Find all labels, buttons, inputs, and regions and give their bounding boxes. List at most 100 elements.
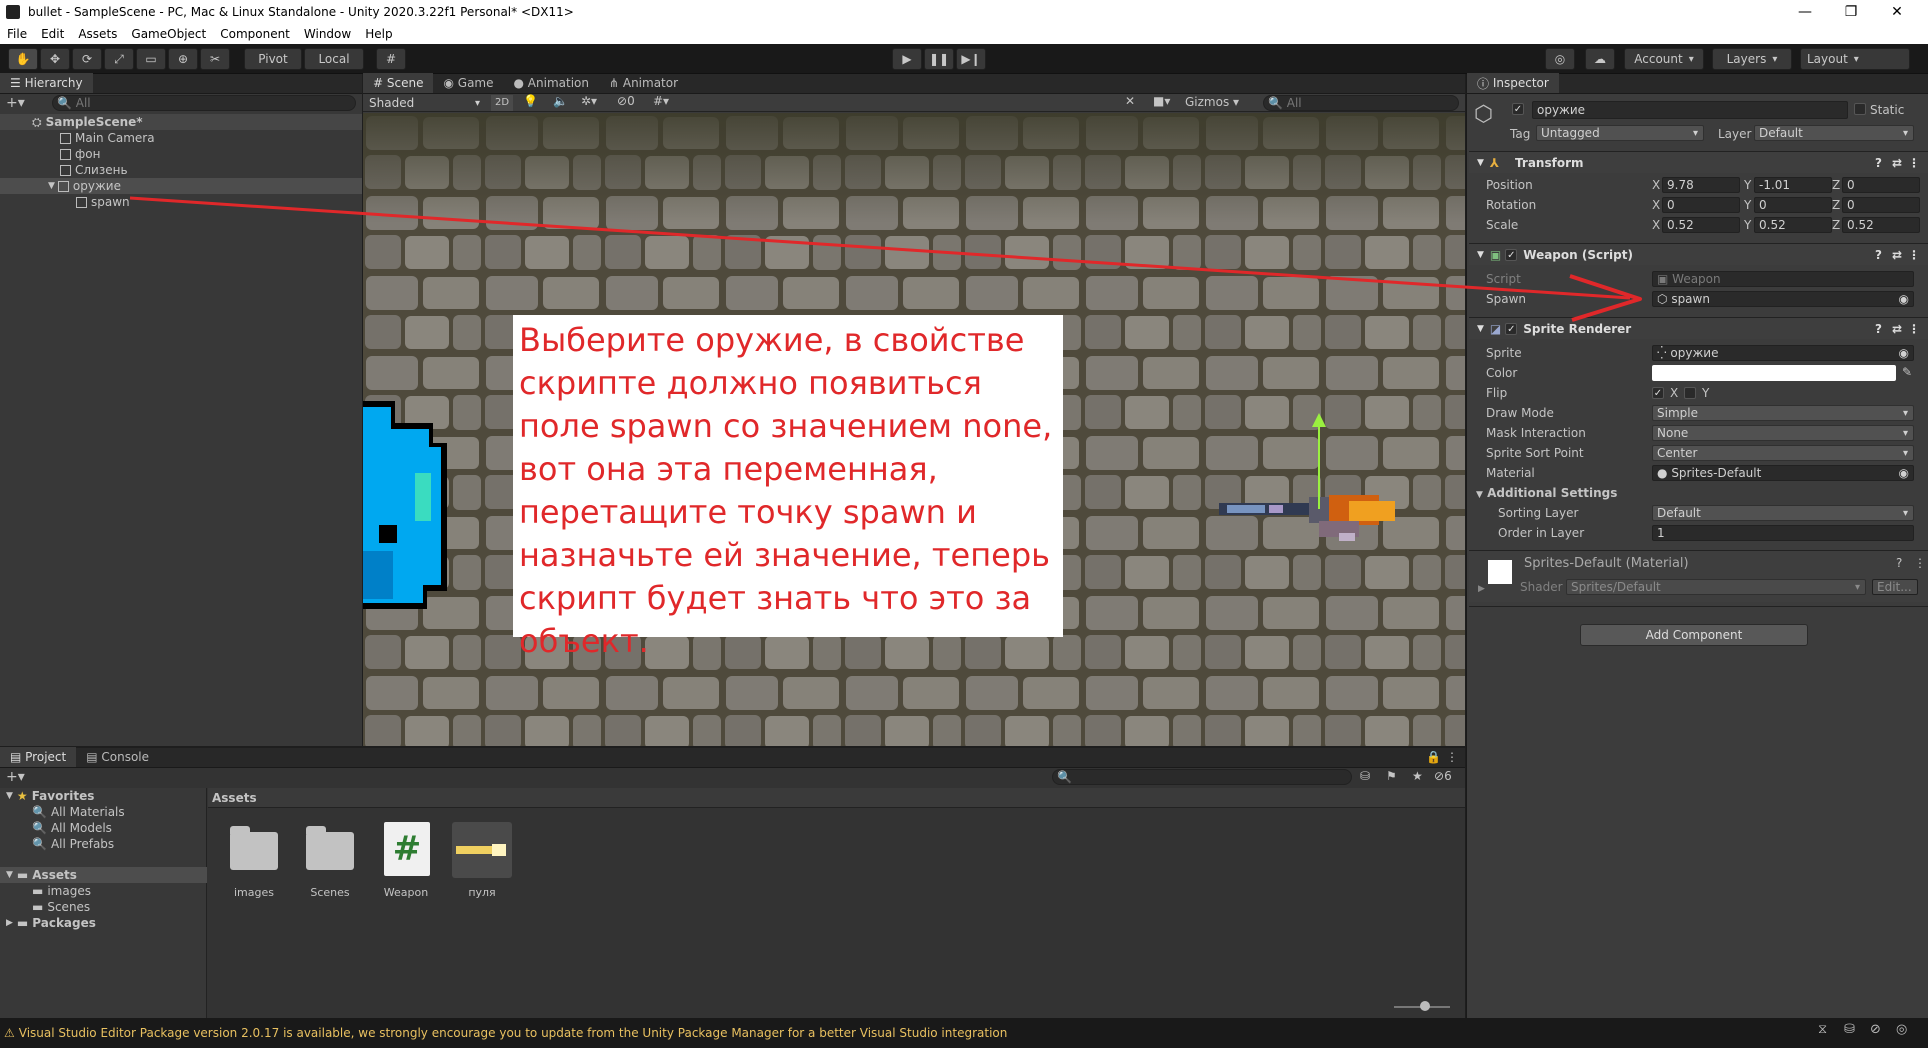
object-picker-icon[interactable]: ◉ xyxy=(1899,466,1909,480)
pivot-toggle[interactable]: Pivot xyxy=(244,48,302,70)
project-create-icon[interactable]: +▾ xyxy=(6,769,25,785)
menu-help[interactable]: Help xyxy=(365,27,392,41)
sprite-renderer-header[interactable]: ▼ ◪ ✓ Sprite Renderer ? ⇄ ⋮ xyxy=(1469,317,1928,339)
position-z-field[interactable]: 0 xyxy=(1842,177,1920,193)
sort-point-dropdown[interactable]: Center xyxy=(1652,445,1914,461)
transform-tool-icon[interactable]: ⊕ xyxy=(168,48,198,70)
spawn-field[interactable]: ⬡ spawn ◉ xyxy=(1652,291,1914,307)
favorite-star-icon[interactable]: ★ xyxy=(1412,769,1423,783)
bullet-sprite-thumbnail[interactable] xyxy=(452,822,512,878)
component-menu-icon[interactable]: ⋮ xyxy=(1914,556,1926,570)
active-checkbox[interactable]: ✓ xyxy=(1512,103,1524,115)
hidden-objects-icon[interactable]: ⊘0 xyxy=(617,94,635,108)
hierarchy-search-input[interactable]: 🔍 All xyxy=(52,95,356,111)
tab-hierarchy[interactable]: ☰ Hierarchy xyxy=(0,73,93,93)
folder-icon[interactable] xyxy=(230,826,278,870)
close-button[interactable]: ✕ xyxy=(1874,0,1920,24)
tag-dropdown[interactable]: Untagged xyxy=(1536,125,1704,141)
static-checkbox[interactable] xyxy=(1854,103,1866,115)
hand-tool-icon[interactable]: ✋ xyxy=(8,48,38,70)
folder-icon[interactable] xyxy=(306,826,354,870)
audio-icon[interactable]: 🔈 xyxy=(553,94,568,108)
asset-folder-item[interactable]: ▬ Scenes xyxy=(32,899,90,915)
enabled-checkbox[interactable]: ✓ xyxy=(1505,248,1518,261)
shader-dropdown[interactable]: Sprites/Default xyxy=(1566,579,1866,595)
enabled-checkbox[interactable]: ✓ xyxy=(1505,322,1518,335)
help-icon[interactable]: ? xyxy=(1896,556,1902,570)
scene-viewport[interactable]: Выберите оружие, в свойстве скрипте долж… xyxy=(363,113,1465,746)
camera-icon[interactable]: ■▾ xyxy=(1153,94,1170,108)
collab-icon[interactable]: ◎ xyxy=(1545,48,1575,70)
tools-icon[interactable]: ✕ xyxy=(1125,94,1135,108)
mask-interaction-dropdown[interactable]: None xyxy=(1652,425,1914,441)
hierarchy-item[interactable]: spawn xyxy=(76,194,130,210)
scale-y-field[interactable]: 0.52 xyxy=(1754,217,1832,233)
component-menu-icon[interactable]: ⋮ xyxy=(1908,156,1920,170)
lighting-icon[interactable]: 💡 xyxy=(523,94,538,108)
menu-gameobject[interactable]: GameObject xyxy=(131,27,206,41)
assets-node[interactable]: ▼ ▬ Assets xyxy=(0,867,207,883)
position-x-field[interactable]: 9.78 xyxy=(1662,177,1740,193)
component-menu-icon[interactable]: ⋮ xyxy=(1908,322,1920,336)
scale-x-field[interactable]: 0.52 xyxy=(1662,217,1740,233)
cache-server-icon[interactable]: ⛁ xyxy=(1844,1022,1855,1037)
packages-node[interactable]: ▶ ▬ Packages xyxy=(6,915,96,931)
weapon-script-header[interactable]: ▼ ▣ ✓ Weapon (Script) ? ⇄ ⋮ xyxy=(1469,243,1928,265)
eyedropper-icon[interactable]: ✎ xyxy=(1902,365,1912,379)
foldout-arrow-icon[interactable]: ▶ xyxy=(1478,584,1485,594)
move-tool-icon[interactable]: ✥ xyxy=(40,48,70,70)
order-in-layer-field[interactable]: 1 xyxy=(1652,525,1914,541)
rect-tool-icon[interactable]: ▭ xyxy=(136,48,166,70)
draw-mode-dropdown[interactable]: Simple xyxy=(1652,405,1914,421)
rotate-tool-icon[interactable]: ⟳ xyxy=(72,48,102,70)
component-menu-icon[interactable]: ⋮ xyxy=(1908,248,1920,262)
cloud-icon[interactable]: ☁ xyxy=(1585,48,1615,70)
rotation-z-field[interactable]: 0 xyxy=(1842,197,1920,213)
position-y-field[interactable]: -1.01 xyxy=(1754,177,1832,193)
hierarchy-item-selected[interactable]: ▼ оружие xyxy=(0,178,362,194)
project-search-input[interactable]: 🔍 xyxy=(1052,769,1352,785)
tab-project[interactable]: ▤ Project xyxy=(0,747,77,767)
scale-z-field[interactable]: 0.52 xyxy=(1842,217,1920,233)
lock-icon[interactable]: 🔒 xyxy=(1426,750,1441,764)
menu-window[interactable]: Window xyxy=(304,27,351,41)
toggle-2d[interactable]: 2D xyxy=(491,95,513,111)
help-icon[interactable]: ? xyxy=(1875,322,1882,336)
menu-edit[interactable]: Edit xyxy=(41,27,64,41)
tab-inspector[interactable]: ⓘ Inspector xyxy=(1467,73,1559,93)
tab-scene[interactable]: # Scene xyxy=(363,73,434,93)
progress-icon[interactable]: ⧖ xyxy=(1818,1022,1827,1037)
hierarchy-item[interactable]: Слизень xyxy=(60,162,128,178)
color-swatch[interactable] xyxy=(1652,365,1896,381)
custom-tool-icon[interactable]: ✂ xyxy=(200,48,230,70)
hidden-packages-icon[interactable]: ⊘6 xyxy=(1434,769,1452,783)
status-bar[interactable]: ⚠ Visual Studio Editor Package version 2.… xyxy=(0,1018,1928,1048)
local-toggle[interactable]: Local xyxy=(304,48,364,70)
preset-icon[interactable]: ⇄ xyxy=(1892,322,1902,336)
grid-icon[interactable]: #▾ xyxy=(653,94,669,108)
grid-snap-icon[interactable]: # xyxy=(376,48,406,70)
account-dropdown[interactable]: Account xyxy=(1624,48,1704,70)
help-icon[interactable]: ? xyxy=(1875,248,1882,262)
filter-type-icon[interactable]: ⛁ xyxy=(1360,769,1370,783)
preset-icon[interactable]: ⇄ xyxy=(1892,156,1902,170)
filter-label-icon[interactable]: ⚑ xyxy=(1386,769,1397,783)
csharp-script-icon[interactable]: # xyxy=(384,822,430,876)
sorting-layer-dropdown[interactable]: Default xyxy=(1652,505,1914,521)
effects-icon[interactable]: ✲▾ xyxy=(581,94,597,108)
create-add-icon[interactable]: +▾ xyxy=(6,95,25,111)
tab-game[interactable]: ◉ Game xyxy=(433,73,503,93)
restore-button[interactable]: ❐ xyxy=(1828,0,1874,24)
add-component-button[interactable]: Add Component xyxy=(1580,624,1808,646)
menu-file[interactable]: File xyxy=(7,27,27,41)
tab-console[interactable]: ▤ Console xyxy=(76,747,159,767)
favorites-node[interactable]: ▼ ★ Favorites xyxy=(6,788,94,804)
help-icon[interactable]: ? xyxy=(1875,156,1882,170)
scene-root-row[interactable]: ⛭ SampleScene* xyxy=(0,114,362,130)
scene-search-input[interactable]: 🔍 All xyxy=(1263,95,1459,111)
layout-dropdown[interactable]: Layout xyxy=(1800,48,1910,70)
flip-y-checkbox[interactable] xyxy=(1684,387,1696,399)
shading-dropdown[interactable]: Shaded xyxy=(365,95,485,111)
menu-assets[interactable]: Assets xyxy=(78,27,117,41)
sprite-field[interactable]: ⁛ оружие ◉ xyxy=(1652,345,1914,361)
